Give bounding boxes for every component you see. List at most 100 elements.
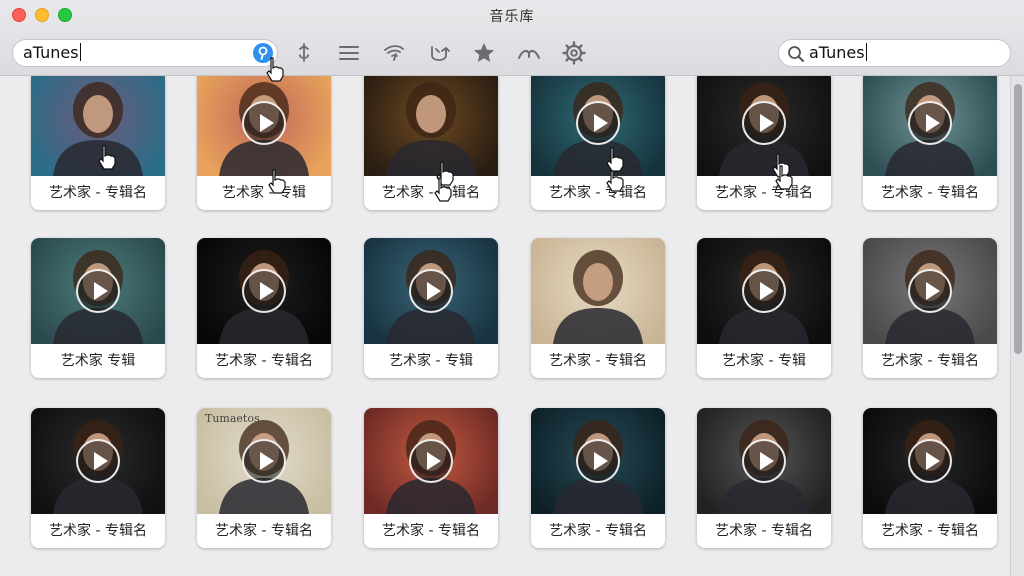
album-art[interactable]: [197, 76, 331, 176]
album-art[interactable]: [697, 408, 831, 514]
filter-input-value: aTunes: [23, 43, 79, 62]
vertical-scrollbar[interactable]: [1010, 76, 1024, 576]
album-card[interactable]: 艺术家 - 专辑名: [863, 408, 997, 548]
hand-cursor-icon: [266, 57, 284, 82]
album-card[interactable]: 艺术家 - 专辑名: [697, 76, 831, 210]
album-label: 艺术家 - 专辑名: [697, 514, 831, 548]
album-card[interactable]: 艺术家 - 专辑名: [697, 408, 831, 548]
album-label: 艺术家 专辑: [31, 344, 165, 378]
play-button[interactable]: [576, 101, 620, 145]
play-button[interactable]: [742, 101, 786, 145]
album-card[interactable]: 艺术家 - 专辑名: [531, 76, 665, 210]
search-input-value: aTunes: [809, 43, 865, 62]
album-art[interactable]: [31, 408, 165, 514]
window-title: 音乐库: [489, 9, 535, 25]
text-caret: [79, 43, 81, 61]
album-art[interactable]: [863, 76, 997, 176]
hand-cursor-icon: [268, 169, 286, 194]
play-button[interactable]: [242, 101, 286, 145]
album-card[interactable]: 艺术家 专辑: [31, 238, 165, 378]
album-card[interactable]: 艺术家 - 专辑名: [197, 238, 331, 378]
list-button[interactable]: [334, 40, 364, 66]
album-art[interactable]: [531, 408, 665, 514]
album-label: 艺术家 - 专辑: [197, 176, 331, 210]
album-card[interactable]: 艺术家 - 专辑名: [531, 408, 665, 548]
filter-input[interactable]: aTunes: [12, 39, 278, 67]
album-label: 艺术家 - 专辑名: [697, 176, 831, 210]
album-card[interactable]: Tumaetos 艺术家 - 专辑名: [197, 408, 331, 548]
gear-icon: [562, 41, 586, 65]
album-card[interactable]: 艺术家 - 专辑: [197, 76, 331, 210]
play-button[interactable]: [242, 439, 286, 483]
album-art[interactable]: [364, 76, 498, 176]
album-card[interactable]: 艺术家 - 专辑名: [31, 408, 165, 548]
album-art[interactable]: [863, 238, 997, 344]
wing-button[interactable]: [514, 40, 544, 66]
album-label: 艺术家 - 专辑名: [31, 514, 165, 548]
album-card[interactable]: 艺术家 - 专辑名: [364, 76, 498, 210]
play-button[interactable]: [908, 439, 952, 483]
hand-cursor-icon: [775, 165, 793, 190]
title-bar: 音乐库 aTunes aTunes: [0, 0, 1024, 82]
album-card[interactable]: 艺术家 - 专辑名: [863, 238, 997, 378]
play-button[interactable]: [742, 439, 786, 483]
genre-button[interactable]: [289, 40, 319, 66]
hand-cursor-icon: [606, 147, 624, 172]
album-art-caption: Tumaetos: [205, 412, 260, 425]
toolbar: [289, 40, 604, 66]
album-label: 艺术家 - 专辑名: [197, 344, 331, 378]
album-label: 艺术家 - 专辑: [697, 344, 831, 378]
hand-cursor-icon: [434, 177, 452, 202]
album-label: 艺术家 - 专辑名: [531, 344, 665, 378]
album-card[interactable]: 艺术家 - 专辑: [364, 238, 498, 378]
album-art[interactable]: [364, 408, 498, 514]
album-card[interactable]: 艺术家 - 专辑: [697, 238, 831, 378]
album-label: 艺术家 - 专辑名: [31, 176, 165, 210]
album-art[interactable]: Tumaetos: [197, 408, 331, 514]
album-art[interactable]: [531, 76, 665, 176]
play-button[interactable]: [242, 269, 286, 313]
play-button[interactable]: [409, 439, 453, 483]
search-input[interactable]: aTunes: [778, 39, 1011, 67]
album-art[interactable]: [197, 238, 331, 344]
album-label: 艺术家 - 专辑名: [531, 176, 665, 210]
list-icon: [339, 46, 359, 60]
album-art[interactable]: [31, 238, 165, 344]
favorite-button[interactable]: [469, 40, 499, 66]
album-card[interactable]: 艺术家 - 专辑名: [531, 238, 665, 378]
album-label: 艺术家 - 专辑名: [531, 514, 665, 548]
text-caret: [865, 43, 867, 61]
play-button[interactable]: [908, 269, 952, 313]
album-label: 艺术家 - 专辑名: [863, 344, 997, 378]
play-button[interactable]: [908, 101, 952, 145]
album-art[interactable]: [863, 408, 997, 514]
artist-portrait: [386, 82, 476, 176]
music-library-window: 音乐库 aTunes aTunes 艺术家 - 专辑名 艺术家 - 专辑 艺术家…: [0, 0, 1024, 576]
album-label: 艺术家 - 专辑名: [364, 176, 498, 210]
album-art[interactable]: [364, 238, 498, 344]
play-button[interactable]: [576, 439, 620, 483]
refresh-icon: [431, 46, 450, 61]
album-label: 艺术家 - 专辑名: [863, 176, 997, 210]
album-art[interactable]: [697, 76, 831, 176]
signal-button[interactable]: [379, 40, 409, 66]
album-art[interactable]: [531, 238, 665, 344]
album-card[interactable]: 艺术家 - 专辑名: [863, 76, 997, 210]
search-icon: [788, 46, 804, 62]
album-label: 艺术家 - 专辑: [364, 344, 498, 378]
scrollbar-thumb[interactable]: [1014, 84, 1022, 354]
star-icon: [474, 43, 494, 62]
play-button[interactable]: [742, 269, 786, 313]
album-label: 艺术家 - 专辑名: [364, 514, 498, 548]
album-card[interactable]: 艺术家 - 专辑名: [364, 408, 498, 548]
refresh-button[interactable]: [424, 40, 454, 66]
play-button[interactable]: [409, 269, 453, 313]
play-button[interactable]: [76, 439, 120, 483]
settings-button[interactable]: [559, 40, 589, 66]
album-art[interactable]: [697, 238, 831, 344]
play-button[interactable]: [76, 269, 120, 313]
album-grid: 艺术家 - 专辑名 艺术家 - 专辑 艺术家 - 专辑名 艺术家 - 专辑名 艺术家 -…: [0, 76, 1010, 576]
genre-icon: [299, 43, 309, 62]
album-card[interactable]: 艺术家 - 专辑名: [31, 76, 165, 210]
artist-portrait: [553, 250, 643, 344]
